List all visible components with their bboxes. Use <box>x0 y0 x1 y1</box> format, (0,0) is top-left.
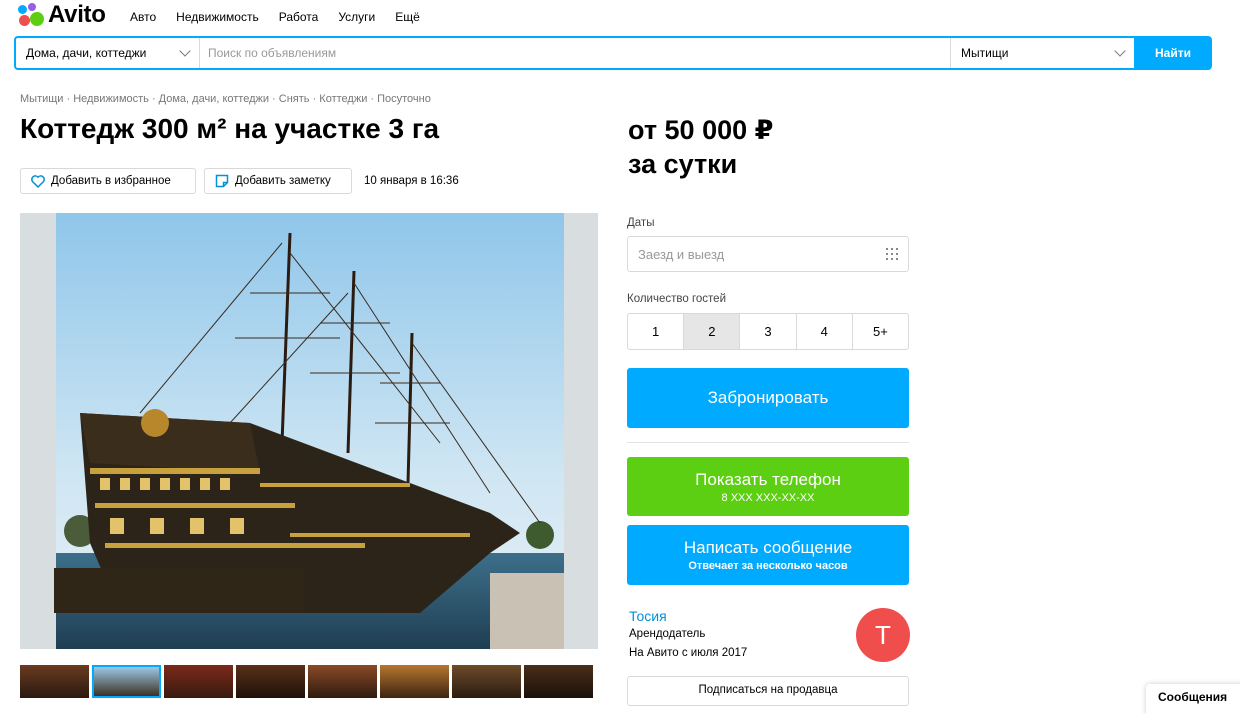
dates-label: Даты <box>627 217 655 229</box>
add-note-button[interactable]: Добавить заметку <box>204 168 352 194</box>
price: от 50 000 ₽ за сутки <box>628 113 773 181</box>
avito-logo[interactable]: Avito <box>18 1 106 28</box>
page-title: Коттедж 300 м² на участке 3 га <box>20 113 440 144</box>
thumbnail[interactable] <box>20 665 89 698</box>
ship-photo-image <box>20 213 598 649</box>
phone-mask: 8 XXX XXX-XX-XX <box>721 491 815 504</box>
heart-icon <box>31 174 45 188</box>
logo-text: Avito <box>48 1 106 28</box>
guests-selector: 1 2 3 4 5+ <box>627 313 909 350</box>
nav-jobs[interactable]: Работа <box>279 10 319 24</box>
chevron-down-icon <box>1114 45 1126 57</box>
guest-option-2[interactable]: 2 <box>684 314 741 349</box>
note-icon <box>215 174 229 188</box>
nav-more[interactable]: Ещё <box>395 10 420 24</box>
dates-placeholder: Заезд и выезд <box>638 246 725 262</box>
guest-option-5plus[interactable]: 5+ <box>853 314 908 349</box>
avatar[interactable]: Т <box>856 608 910 662</box>
breadcrumb[interactable]: Мытищи · Недвижимость · Дома, дачи, котт… <box>20 93 431 105</box>
category-select[interactable]: Дома, дачи, коттеджи <box>16 38 200 68</box>
thumbnail[interactable] <box>524 665 593 698</box>
price-amount: от 50 000 ₽ <box>628 115 774 145</box>
guest-option-4[interactable]: 4 <box>797 314 853 349</box>
dates-field[interactable]: Заезд и выезд <box>627 236 909 272</box>
seller-role: Арендодатель <box>629 628 706 640</box>
search-bar: Дома, дачи, коттеджи Мытищи <box>14 36 1134 70</box>
thumbnail-active[interactable] <box>92 665 161 698</box>
thumbnail[interactable] <box>308 665 377 698</box>
nav-services[interactable]: Услуги <box>338 10 375 24</box>
messenger-tab[interactable]: Сообщения <box>1146 684 1240 714</box>
nav-auto[interactable]: Авто <box>130 10 156 24</box>
calendar-grid-icon <box>886 248 898 260</box>
seller-since: На Авито с июля 2017 <box>629 647 748 659</box>
chevron-down-icon <box>179 45 191 57</box>
message-sub: Отвечает за несколько часов <box>688 560 848 572</box>
show-phone-button[interactable]: Показать телефон 8 XXX XXX-XX-XX <box>627 457 909 516</box>
phone-label: Показать телефон <box>695 469 841 489</box>
category-value: Дома, дачи, коттеджи <box>26 46 147 60</box>
favorite-label: Добавить в избранное <box>51 175 171 187</box>
thumbnail[interactable] <box>452 665 521 698</box>
guest-option-3[interactable]: 3 <box>740 314 797 349</box>
price-period: за сутки <box>628 149 738 179</box>
guests-label: Количество гостей <box>627 293 726 305</box>
main-photo[interactable] <box>20 213 598 649</box>
book-button[interactable]: Забронировать <box>627 368 909 428</box>
add-to-favorites-button[interactable]: Добавить в избранное <box>20 168 196 194</box>
guest-option-1[interactable]: 1 <box>628 314 685 349</box>
logo-dots-icon <box>18 3 44 27</box>
find-button[interactable]: Найти <box>1134 36 1212 70</box>
write-message-button[interactable]: Написать сообщение Отвечает за несколько… <box>627 525 909 585</box>
top-nav: Авто Недвижимость Работа Услуги Ещё <box>130 10 420 24</box>
nav-realty[interactable]: Недвижимость <box>176 10 259 24</box>
publish-date: 10 января в 16:36 <box>364 175 459 187</box>
thumbnail[interactable] <box>380 665 449 698</box>
seller-name-link[interactable]: Тосия <box>629 608 667 624</box>
note-label: Добавить заметку <box>235 175 331 187</box>
search-input[interactable] <box>200 38 950 68</box>
divider <box>627 442 909 443</box>
city-value: Мытищи <box>961 46 1009 60</box>
book-label: Забронировать <box>707 388 829 407</box>
subscribe-button[interactable]: Подписаться на продавца <box>627 676 909 706</box>
photo-thumbnails <box>20 665 593 698</box>
message-label: Написать сообщение <box>683 538 853 557</box>
thumbnail[interactable] <box>236 665 305 698</box>
city-select[interactable]: Мытищи <box>950 38 1134 68</box>
thumbnail[interactable] <box>164 665 233 698</box>
